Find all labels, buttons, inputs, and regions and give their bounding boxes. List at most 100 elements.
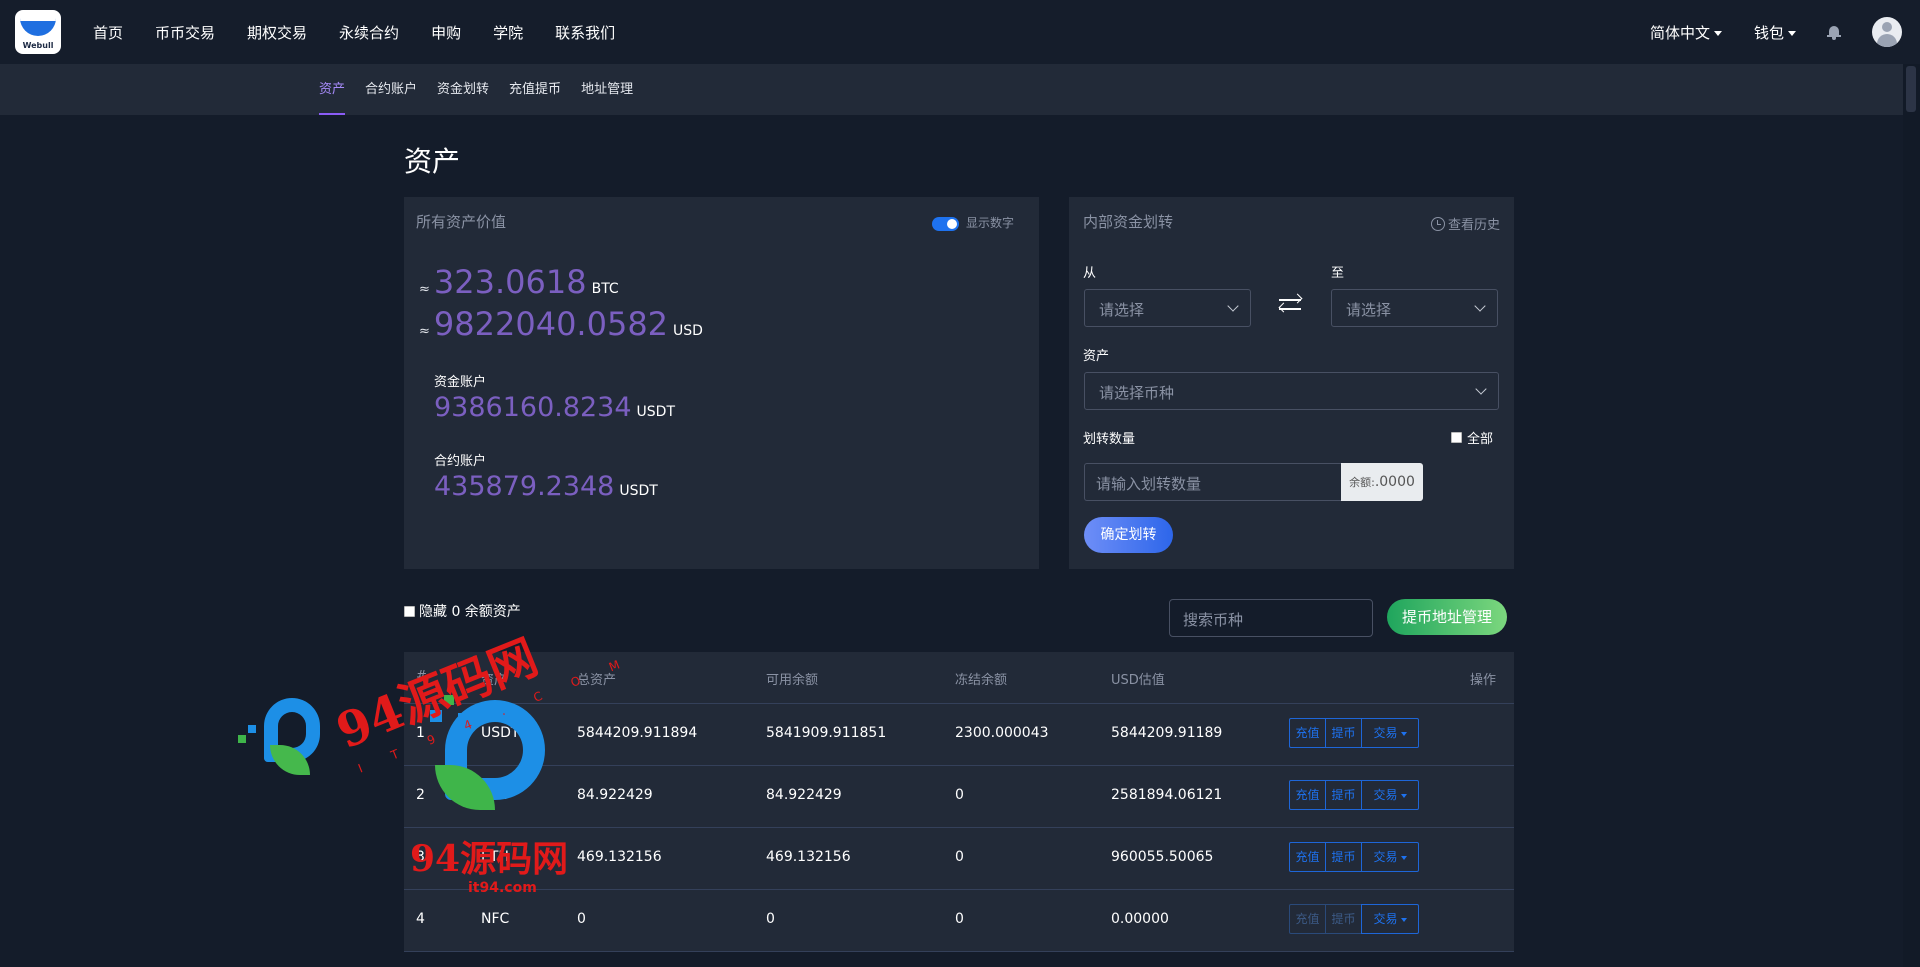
withdraw-button[interactable]: 提币 [1325,842,1362,872]
clock-icon [1430,216,1445,231]
row-actions: 充值 提币 交易 [1289,842,1419,872]
table-row: 2 BTC 84.922429 84.922429 0 2581894.0612… [404,766,1514,828]
table-header: # 资产 总资产 可用余额 冻结余额 USD估值 操作 [404,652,1514,704]
btc-unit: BTC [591,281,619,297]
cell-asset: NFC [481,911,510,927]
balance-value: .0000 [1374,474,1415,490]
scrollbar-track[interactable] [1903,64,1920,967]
cell-asset: ETH [481,849,509,865]
language-dropdown[interactable]: 简体中文 [1650,22,1722,43]
cell-total: 469.132156 [577,849,662,865]
nav-subscription[interactable]: 申购 [431,22,461,43]
view-history-link[interactable]: 查看历史 [1430,214,1500,233]
trade-dropdown-button[interactable]: 交易 [1361,780,1419,810]
usd-unit: USD [673,323,703,339]
fund-account-label: 资金账户 [434,375,487,390]
show-numbers-toggle[interactable] [932,217,959,231]
bell-icon[interactable] [1826,24,1842,40]
nav-spot-trading[interactable]: 币币交易 [155,22,215,43]
subnav-address-management[interactable]: 地址管理 [581,64,633,115]
th-available: 可用余额 [766,673,819,688]
withdraw-button[interactable]: 提币 [1325,780,1362,810]
contract-account-label: 合约账户 [434,454,487,469]
row-actions: 充值 提币 交易 [1289,904,1419,934]
wallet-label: 钱包 [1753,23,1784,42]
logo-text: Webull [22,41,54,50]
trade-dropdown-button[interactable]: 交易 [1361,904,1419,934]
withdraw-button[interactable]: 提币 [1325,718,1362,748]
watermark-logo-icon [264,698,320,762]
approx-sign: ≈ [419,324,430,339]
wallet-dropdown[interactable]: 钱包 [1754,22,1796,43]
balance-label: 余额: [1349,476,1375,489]
table-row: 4 NFC 0 0 0 0.00000 充值 提币 交易 [404,890,1514,952]
cell-index: 3 [416,849,425,865]
nav-home[interactable]: 首页 [93,22,123,43]
cell-usd: 960055.50065 [1111,849,1214,865]
caret-down-icon [1788,30,1796,36]
search-currency-input[interactable]: 搜索币种 [1169,599,1373,637]
caret-down-icon [1400,917,1407,922]
asset-select-placeholder: 请选择币种 [1099,384,1175,402]
contract-account-block: 合约账户 435879.2348 USDT [434,450,658,502]
toggle-knob [947,219,957,229]
deposit-button-disabled: 充值 [1289,904,1326,934]
trade-label: 交易 [1373,788,1398,802]
asset-value-card: 所有资产价值 显示数字 ≈ 323.0618 BTC ≈ 9822040.058… [404,197,1039,569]
th-actions: 操作 [1470,673,1497,688]
subnav-deposit-withdraw[interactable]: 充值提币 [509,64,561,115]
asset-table: # 资产 总资产 可用余额 冻结余额 USD估值 操作 1 USDT 58442… [404,652,1514,967]
to-label: 至 [1331,266,1345,281]
hide-zero-label: 隐藏 0 余额资产 [419,604,521,620]
table-row: 1 USDT 5844209.911894 5841909.911851 230… [404,704,1514,766]
webull-logo[interactable]: Webull [15,10,61,54]
confirm-transfer-button[interactable]: 确定划转 [1084,517,1173,553]
nav-academy[interactable]: 学院 [493,22,523,43]
top-navbar: Webull 首页 币币交易 期权交易 永续合约 申购 学院 联系我们 简体中文… [0,0,1920,64]
all-checkbox[interactable] [1451,432,1462,443]
cell-total: 84.922429 [577,787,653,803]
main-nav: 首页 币币交易 期权交易 永续合约 申购 学院 联系我们 [93,0,647,64]
withdraw-address-management-button[interactable]: 提币地址管理 [1387,599,1507,635]
deposit-button[interactable]: 充值 [1289,780,1326,810]
cell-asset: USDT [481,725,520,741]
scrollbar-thumb[interactable] [1906,66,1916,112]
caret-down-icon [1400,855,1407,860]
all-checkbox-wrap[interactable]: 全部 [1451,428,1493,447]
cell-asset: BTC [481,787,509,803]
subnav-assets[interactable]: 资产 [319,64,346,115]
cell-available: 5841909.911851 [766,725,887,741]
cell-frozen: 0 [955,911,964,927]
hide-zero-checkbox[interactable] [404,605,415,617]
user-avatar-icon[interactable] [1872,17,1902,47]
cell-usd: 2581894.06121 [1111,787,1223,803]
hide-zero-balance-toggle[interactable]: 隐藏 0 余额资产 [404,601,521,621]
nav-options-trading[interactable]: 期权交易 [247,22,307,43]
from-account-select[interactable]: 请选择 [1084,289,1251,327]
to-account-select[interactable]: 请选择 [1331,289,1498,327]
subnav-contract-account[interactable]: 合约账户 [365,64,417,115]
nav-perpetual-contract[interactable]: 永续合约 [339,22,399,43]
withdraw-button-disabled: 提币 [1325,904,1362,934]
trade-dropdown-button[interactable]: 交易 [1361,718,1419,748]
fund-account-block: 资金账户 9386160.8234 USDT [434,371,675,423]
usd-value-row: ≈ 9822040.0582 USD [419,305,703,343]
page-title: 资产 [404,145,461,178]
usd-value: 9822040.0582 [433,305,669,343]
th-usd-value: USD估值 [1111,673,1165,688]
trade-dropdown-button[interactable]: 交易 [1361,842,1419,872]
subnav-fund-transfer[interactable]: 资金划转 [437,64,489,115]
amount-input-placeholder: 请输入划转数量 [1096,475,1202,493]
subnav-items: 资产 合约账户 资金划转 充值提币 地址管理 [319,64,653,115]
all-checkbox-label: 全部 [1467,432,1494,447]
sub-navbar: 资产 合约账户 资金划转 充值提币 地址管理 [0,64,1920,115]
asset-currency-select[interactable]: 请选择币种 [1084,372,1499,410]
approx-sign: ≈ [419,282,430,297]
deposit-button[interactable]: 充值 [1289,842,1326,872]
contract-account-unit: USDT [619,483,658,499]
deposit-button[interactable]: 充值 [1289,718,1326,748]
swap-arrows-icon[interactable] [1277,293,1303,315]
nav-contact-us[interactable]: 联系我们 [555,22,615,43]
available-balance-addon: 余额:.0000 [1341,463,1423,501]
transfer-amount-input[interactable]: 请输入划转数量 [1084,463,1341,501]
